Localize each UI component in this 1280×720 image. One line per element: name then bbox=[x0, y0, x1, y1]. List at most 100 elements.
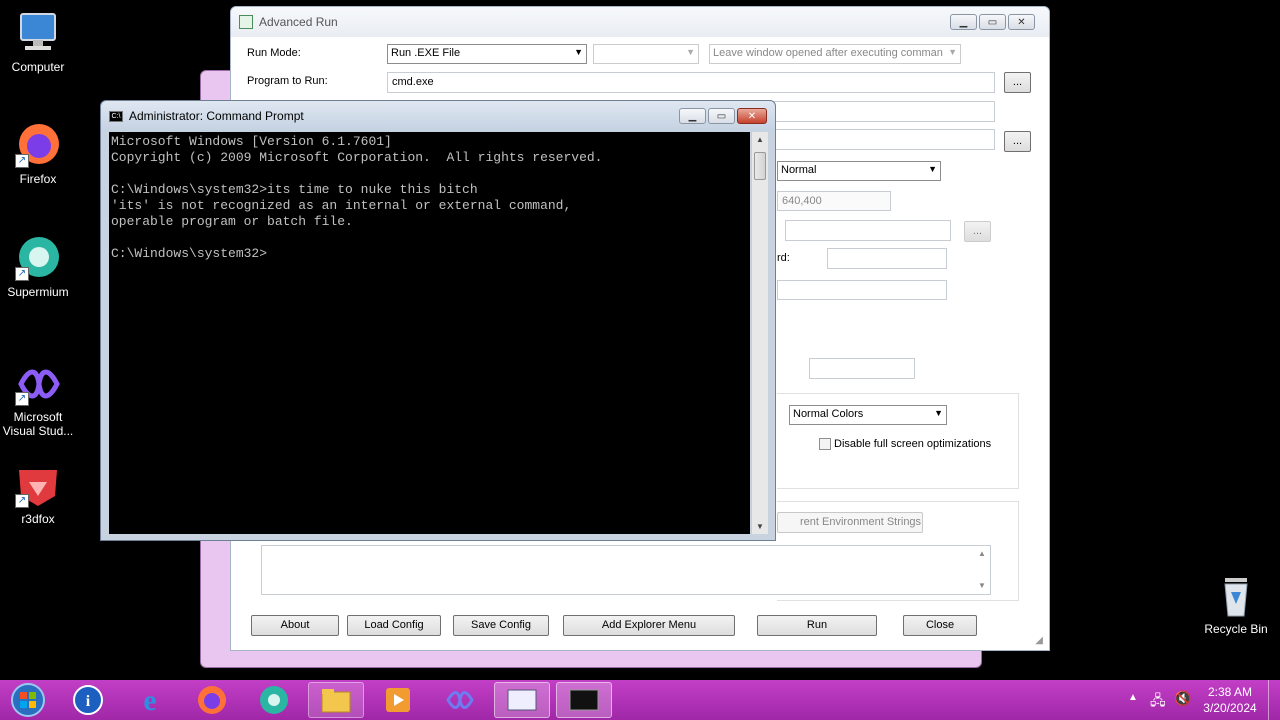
clock-date: 3/20/2024 bbox=[1203, 701, 1257, 715]
window-title: Administrator: Command Prompt bbox=[129, 109, 304, 123]
chevron-down-icon: ▼ bbox=[948, 47, 957, 57]
taskbar-media-button[interactable] bbox=[370, 682, 426, 718]
textarea-scroll-up-icon[interactable]: ▲ bbox=[978, 549, 986, 558]
visual-studio-icon: ↗ bbox=[15, 360, 61, 406]
save-config-button[interactable]: Save Config bbox=[453, 615, 549, 636]
desktop-icon-label: Microsoft Visual Stud... bbox=[2, 410, 74, 438]
advanced-run-icon bbox=[507, 689, 537, 711]
window-state-select[interactable]: Normal ▼ bbox=[777, 161, 941, 181]
chevron-down-icon: ▼ bbox=[686, 47, 695, 57]
internet-explorer-icon: e bbox=[143, 684, 156, 716]
window-title: Advanced Run bbox=[259, 15, 338, 29]
computer-icon bbox=[15, 10, 61, 56]
domain-input[interactable] bbox=[777, 280, 947, 300]
desktop-icon-computer[interactable]: Computer bbox=[0, 10, 76, 74]
desktop-icon-label: Computer bbox=[11, 60, 65, 74]
clock[interactable]: 2:38 AM 3/20/2024 bbox=[1196, 684, 1264, 716]
desktop-icon-r3dfox[interactable]: ↗ r3dfox bbox=[0, 462, 76, 526]
console-scrollbar[interactable]: ▲ ▼ bbox=[751, 132, 768, 534]
taskbar-ie-button[interactable]: e bbox=[122, 682, 178, 718]
show-hidden-icons-icon[interactable]: ▲ bbox=[1128, 692, 1138, 703]
taskbar-help-button[interactable]: i bbox=[60, 682, 116, 718]
svg-text:i: i bbox=[86, 693, 91, 710]
scroll-down-icon[interactable]: ▼ bbox=[756, 522, 764, 531]
close-button[interactable]: ✕ bbox=[1008, 14, 1035, 30]
run-mode-select[interactable]: Run .EXE File ▼ bbox=[387, 44, 587, 64]
cmd-app-icon: C:\ bbox=[109, 110, 123, 122]
show-desktop-button[interactable] bbox=[1268, 680, 1280, 720]
chevron-down-icon: ▼ bbox=[574, 47, 583, 57]
window-option-select[interactable]: Leave window opened after executing comm… bbox=[709, 44, 961, 64]
supermium-icon bbox=[260, 686, 288, 714]
password-label: rd: bbox=[777, 252, 790, 264]
close-button[interactable]: ✕ bbox=[737, 108, 767, 124]
program-input[interactable]: cmd.exe bbox=[387, 72, 995, 93]
supermium-icon: ↗ bbox=[15, 235, 61, 281]
minimize-button[interactable]: ▁ bbox=[950, 14, 977, 30]
program-label: Program to Run: bbox=[247, 75, 328, 87]
environment-textarea[interactable] bbox=[261, 545, 991, 595]
command-prompt-window: C:\ Administrator: Command Prompt ▁ ▭ ✕ … bbox=[100, 100, 776, 541]
cmd-icon bbox=[569, 689, 599, 711]
desktop-icon-label: Supermium bbox=[7, 285, 69, 299]
taskbar-firefox-button[interactable] bbox=[184, 682, 240, 718]
close-dialog-button[interactable]: Close bbox=[903, 615, 977, 636]
textarea-scroll-down-icon[interactable]: ▼ bbox=[978, 581, 986, 590]
desktop-icon-label: Recycle Bin bbox=[1204, 622, 1268, 636]
secondary-select[interactable]: ▼ bbox=[593, 44, 699, 64]
maximize-button[interactable]: ▭ bbox=[708, 108, 735, 124]
maximize-button[interactable]: ▭ bbox=[979, 14, 1006, 30]
firefox-icon bbox=[198, 686, 226, 714]
browse-program-button[interactable]: ... bbox=[1004, 72, 1031, 93]
desktop-icon-supermium[interactable]: ↗ Supermium bbox=[0, 235, 76, 299]
start-button[interactable] bbox=[0, 682, 56, 718]
about-button[interactable]: About bbox=[251, 615, 339, 636]
visual-studio-icon bbox=[446, 691, 474, 709]
taskbar-visual-studio-button[interactable] bbox=[432, 682, 488, 718]
run-mode-label: Run Mode: bbox=[247, 47, 301, 59]
taskbar-supermium-button[interactable] bbox=[246, 682, 302, 718]
console-output[interactable]: Microsoft Windows [Version 6.1.7601] Cop… bbox=[109, 132, 750, 534]
window-size-input[interactable]: 640,400 bbox=[777, 191, 891, 211]
taskbar-cmd-button[interactable] bbox=[556, 682, 612, 718]
desktop-icon-label: r3dfox bbox=[21, 512, 55, 526]
priority-input[interactable] bbox=[809, 358, 915, 379]
add-explorer-menu-button[interactable]: Add Explorer Menu bbox=[563, 615, 735, 636]
scrollbar-thumb[interactable] bbox=[754, 152, 766, 180]
resize-grip-icon[interactable]: ◢ bbox=[1035, 635, 1043, 646]
volume-muted-icon[interactable]: 🔇 bbox=[1174, 690, 1191, 707]
firefox-icon: ↗ bbox=[15, 122, 61, 168]
chevron-down-icon: ▼ bbox=[928, 164, 937, 174]
info-icon: i bbox=[73, 685, 103, 715]
disable-fullscreen-checkbox[interactable] bbox=[819, 438, 831, 450]
load-config-button[interactable]: Load Config bbox=[347, 615, 441, 636]
network-icon[interactable]: 🖧 bbox=[1150, 690, 1166, 714]
minimize-button[interactable]: ▁ bbox=[679, 108, 706, 124]
run-button[interactable]: Run bbox=[757, 615, 877, 636]
taskbar: i e ▲ 🖧 🔇 2:38 AM 3/20/2024 bbox=[0, 680, 1280, 720]
recycle-bin-icon bbox=[1213, 572, 1259, 618]
password-input[interactable] bbox=[827, 248, 947, 269]
windows-orb-icon bbox=[11, 683, 45, 717]
desktop-icon-visual-studio[interactable]: ↗ Microsoft Visual Stud... bbox=[0, 360, 76, 438]
advanced-run-titlebar[interactable]: Advanced Run ▁ ▭ ✕ bbox=[231, 7, 1049, 37]
disable-fullscreen-label: Disable full screen optimizations bbox=[834, 438, 992, 450]
media-player-icon bbox=[386, 688, 410, 712]
r3dfox-icon: ↗ bbox=[15, 462, 61, 508]
browse-user-button[interactable]: ... bbox=[964, 221, 991, 242]
folder-icon bbox=[321, 689, 351, 713]
browse-directory-button[interactable]: ... bbox=[1004, 131, 1031, 152]
user-input[interactable] bbox=[785, 220, 951, 241]
scroll-up-icon[interactable]: ▲ bbox=[756, 135, 764, 144]
chevron-down-icon: ▼ bbox=[934, 408, 943, 418]
cmd-titlebar[interactable]: C:\ Administrator: Command Prompt ▁ ▭ ✕ bbox=[101, 101, 775, 131]
colors-select[interactable]: Normal Colors ▼ bbox=[789, 405, 947, 425]
taskbar-explorer-button[interactable] bbox=[308, 682, 364, 718]
desktop-icon-firefox[interactable]: ↗ Firefox bbox=[0, 122, 76, 186]
taskbar-advanced-run-button[interactable] bbox=[494, 682, 550, 718]
clock-time: 2:38 AM bbox=[1207, 685, 1253, 699]
advanced-run-app-icon bbox=[239, 15, 253, 29]
svg-text:e: e bbox=[143, 684, 156, 716]
environment-strings-button[interactable]: rent Environment Strings bbox=[777, 512, 923, 533]
desktop-icon-recycle-bin[interactable]: Recycle Bin bbox=[1198, 572, 1274, 636]
